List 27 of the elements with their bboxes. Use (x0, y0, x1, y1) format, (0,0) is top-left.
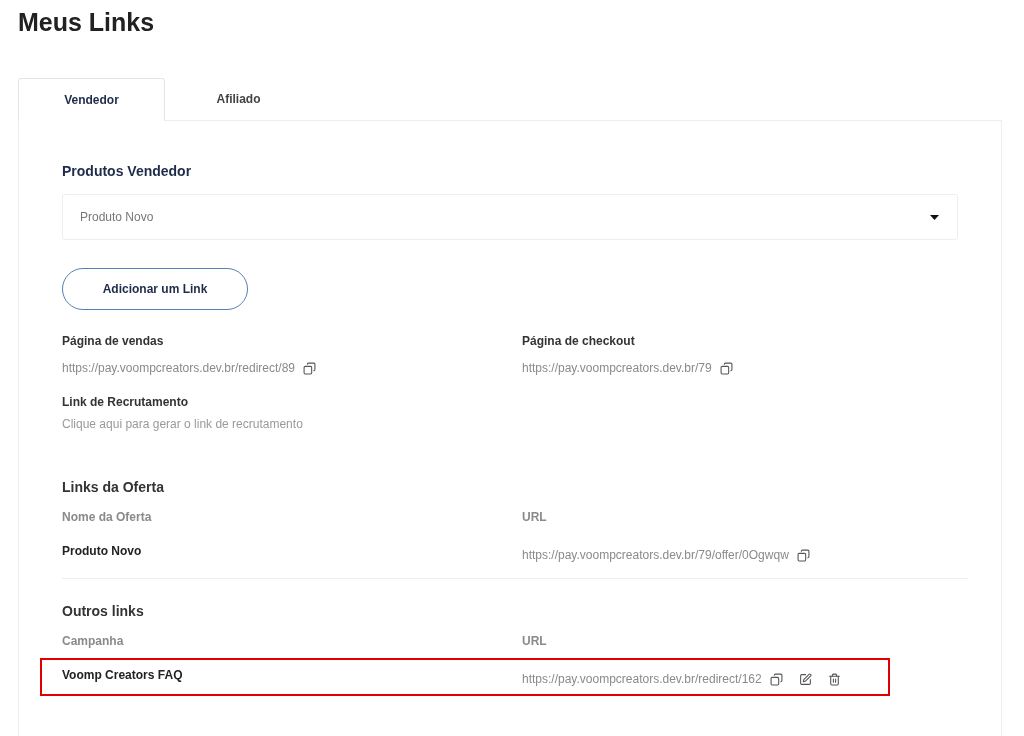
link-url: https://pay.voompcreators.dev.br/79/offer/0Ogwqw (522, 547, 789, 564)
section-title: Outros links (62, 602, 145, 621)
column-header: URL (522, 633, 548, 650)
copy-icon[interactable] (719, 361, 733, 375)
tab[interactable]: Vendedor (18, 78, 165, 121)
field-label: Link de Recrutamento (62, 394, 190, 411)
link-name: Produto Novo (62, 543, 143, 560)
section-title: Produtos Vendedor (62, 162, 193, 181)
product-select[interactable]: Produto Novo (62, 194, 958, 240)
link-name: Voomp Creators FAQ (62, 667, 184, 684)
link-url: https://pay.voompcreators.dev.br/79 (522, 360, 712, 377)
link-url: https://pay.voompcreators.dev.br/redirect/89 (62, 360, 295, 377)
link-url: https://pay.voompcreators.dev.br/redirect/162 (522, 671, 762, 688)
copy-icon[interactable] (769, 672, 783, 686)
caret-down-icon (930, 214, 939, 220)
field-label: Página de checkout (522, 333, 636, 350)
column-header: Nome da Oferta (62, 509, 153, 526)
column-header: Campanha (62, 633, 125, 650)
field-label: Página de vendas (62, 333, 165, 350)
tab[interactable]: Afiliado (165, 77, 312, 120)
delete-icon[interactable] (827, 672, 841, 686)
page-title: Meus Links (18, 7, 156, 38)
section-title: Links da Oferta (62, 478, 165, 497)
column-header: URL (522, 509, 548, 526)
edit-icon[interactable] (798, 672, 812, 686)
copy-icon[interactable] (796, 548, 810, 562)
copy-icon[interactable] (303, 361, 316, 375)
